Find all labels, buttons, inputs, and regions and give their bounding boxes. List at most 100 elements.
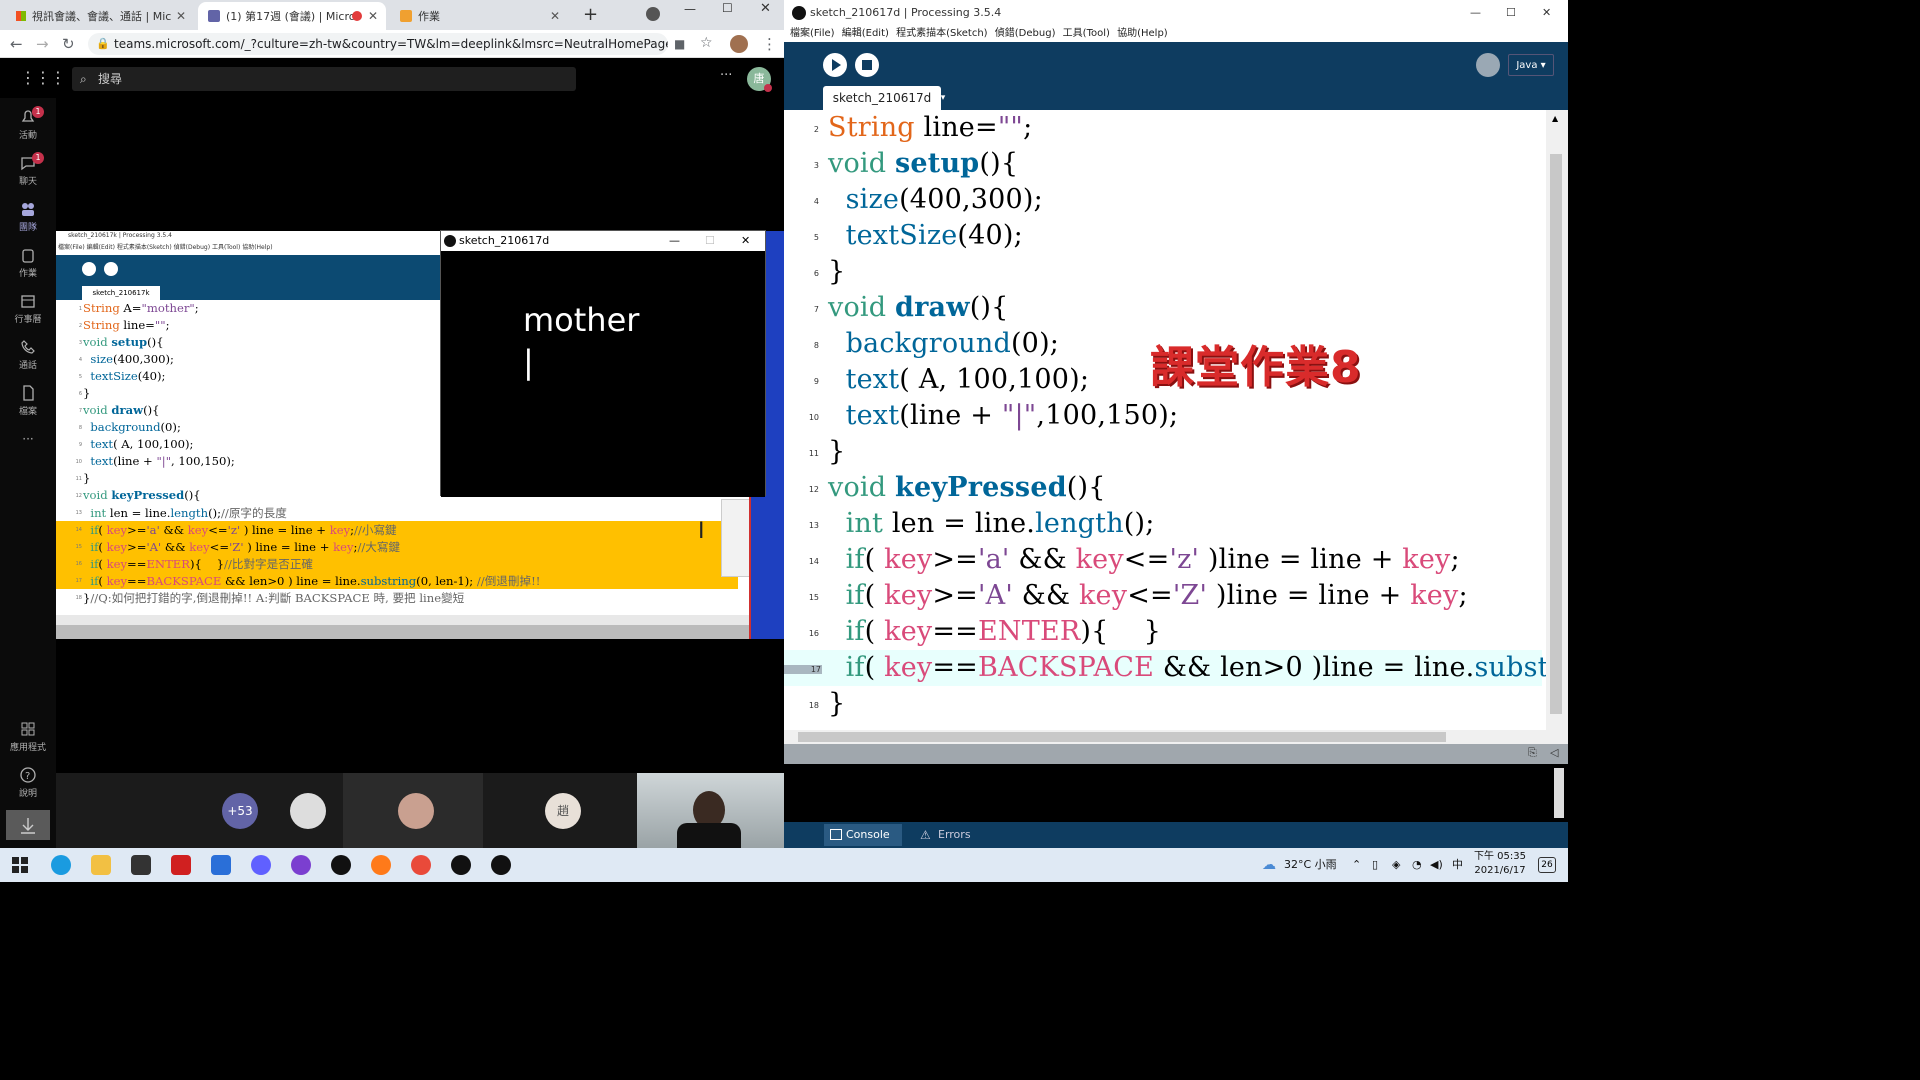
mode-selector[interactable]: Java ▾ — [1508, 54, 1554, 76]
ide-close-icon[interactable]: ✕ — [1542, 0, 1551, 26]
rail-item-calls[interactable]: 通話 — [0, 338, 56, 371]
tray-device-icon[interactable]: ▯ — [1372, 848, 1378, 882]
participant-avatar[interactable] — [398, 793, 434, 829]
hscroll-thumb[interactable] — [798, 732, 1446, 742]
sketch-close-icon[interactable]: ✕ — [741, 231, 750, 251]
menu-tool[interactable]: 工具(Tool) — [1063, 28, 1110, 39]
code-line[interactable]: 18} — [784, 686, 1542, 722]
editor-vscroll[interactable]: ▲ — [1546, 110, 1568, 730]
code-line[interactable]: 5 textSize(40); — [784, 218, 1542, 254]
code-editor[interactable]: 課堂作業8 2 String line=""; 3 void setup(){4 si… — [784, 110, 1568, 730]
tab-close-icon[interactable]: ✕ — [368, 9, 378, 23]
rail-item-assignments[interactable]: 作業 — [0, 246, 56, 279]
search-input[interactable]: ⌕ 搜尋 — [72, 67, 576, 91]
ide-minimize-icon[interactable]: — — [1470, 0, 1481, 26]
more-options-icon[interactable]: ··· — [720, 68, 732, 83]
stop-button[interactable] — [855, 53, 879, 77]
download-button[interactable] — [6, 810, 50, 840]
shared-stop-icon[interactable] — [104, 262, 118, 276]
code-line[interactable]: 2 String line=""; — [784, 110, 1542, 146]
bookmark-star-icon[interactable]: ☆ — [700, 35, 713, 51]
menu-help[interactable]: 協助(Help) — [1117, 28, 1168, 39]
run-button[interactable] — [823, 53, 847, 77]
rail-item-apps[interactable]: 應用程式 — [0, 720, 56, 753]
editor-hscroll[interactable] — [784, 730, 1568, 744]
weather-text[interactable]: 32°C 小雨 — [1284, 848, 1337, 882]
clock[interactable]: 下午 05:35 2021/6/17 — [1470, 850, 1530, 880]
tab-close-icon[interactable]: ✕ — [550, 9, 560, 23]
sketch-taskbar-icon[interactable] — [451, 855, 471, 875]
rail-item-activity[interactable]: 活動 1 — [0, 106, 56, 141]
processing-taskbar-icon[interactable] — [331, 855, 351, 875]
mail-icon[interactable] — [211, 855, 231, 875]
tab-close-icon[interactable]: ✕ — [176, 9, 186, 23]
tab-menu-arrow-icon[interactable]: ▾ — [936, 88, 950, 108]
media-app-icon[interactable] — [171, 855, 191, 875]
code-line[interactable]: 3 void setup(){ — [784, 146, 1542, 182]
participant-overflow-badge[interactable]: +53 — [222, 793, 258, 829]
volume-icon[interactable]: ◀) — [1430, 848, 1443, 882]
sketch-maximize-icon[interactable]: ☐ — [705, 231, 715, 251]
messenger-icon[interactable] — [291, 855, 311, 875]
tab-teams-meeting[interactable]: 視訊會議、會議、通話 | Microsoft ✕ — [6, 2, 194, 30]
chrome-taskbar-icon[interactable] — [411, 855, 431, 875]
tab-assignments[interactable]: 作業 ✕ — [390, 2, 568, 30]
app-launcher-icon[interactable]: ⋮⋮⋮ — [20, 68, 66, 87]
profile-avatar[interactable] — [730, 35, 748, 53]
code-line[interactable]: 11} — [784, 434, 1542, 470]
sketch-taskbar-icon-2[interactable] — [491, 855, 511, 875]
ime-indicator[interactable]: 中 — [1452, 848, 1463, 882]
code-line[interactable]: 13 int len = line.length(); — [784, 506, 1542, 542]
code-line[interactable]: 8 background(0); — [784, 326, 1542, 362]
tab-week17-meeting[interactable]: (1) 第17週 (會議) | Microsoft ✕ — [198, 2, 386, 30]
ide-maximize-icon[interactable]: ☐ — [1506, 0, 1516, 26]
code-line[interactable]: 7 void draw(){ — [784, 290, 1542, 326]
menu-file[interactable]: 檔案(File) — [790, 28, 835, 39]
shared-run-icon[interactable] — [82, 262, 96, 276]
console-tab[interactable]: Console — [824, 824, 902, 846]
code-line[interactable]: 10 text(line + "|",100,150); — [784, 398, 1542, 434]
rail-item-chat[interactable]: 聊天 1 — [0, 152, 56, 187]
errors-tab[interactable]: ⚠ Errors — [916, 824, 984, 846]
scroll-up-icon[interactable]: ▲ — [1552, 114, 1558, 123]
code-line[interactable]: 6} — [784, 254, 1542, 290]
maximize-icon[interactable]: ☐ — [722, 1, 733, 15]
rail-item-files[interactable]: 檔案 — [0, 384, 56, 417]
shared-tab[interactable]: sketch_210617k — [82, 286, 160, 300]
code-line[interactable]: 12 void keyPressed(){ — [784, 470, 1542, 506]
participant-avatar[interactable] — [290, 793, 326, 829]
vscroll-thumb[interactable] — [1550, 154, 1562, 714]
shared-hscroll[interactable] — [56, 615, 784, 625]
file-explorer-icon[interactable] — [91, 855, 111, 875]
console-scrollbar[interactable] — [1554, 768, 1564, 818]
code-line[interactable]: 14 if( key>='a' && key<='z' )line = line… — [784, 542, 1542, 578]
copy-icon[interactable]: ⎘ — [1528, 746, 1537, 760]
collapse-icon[interactable]: ◁ — [1550, 746, 1558, 759]
firefox-icon[interactable] — [371, 855, 391, 875]
tab-search-icon[interactable] — [646, 7, 660, 21]
wifi-icon[interactable]: ◔ — [1412, 848, 1422, 882]
camera-icon[interactable]: ■ — [674, 37, 685, 51]
rail-more-button[interactable]: ··· — [0, 432, 56, 446]
windows-start-icon[interactable] — [12, 857, 28, 873]
code-line[interactable]: 17 if( key==BACKSPACE && len>0 )line = l… — [784, 650, 1562, 686]
code-line[interactable]: 9 text( A, 100,100); — [784, 362, 1542, 398]
notification-badge[interactable]: 26 — [1538, 857, 1556, 873]
sketch-minimize-icon[interactable]: — — [669, 231, 680, 251]
store-icon[interactable] — [131, 855, 151, 875]
participant-avatar-initial[interactable]: 趙 — [545, 793, 581, 829]
back-icon[interactable]: ← — [10, 35, 23, 53]
minimize-icon[interactable]: — — [684, 2, 696, 16]
url-input[interactable]: 🔒 teams.microsoft.com/_?culture=zh-tw&co… — [88, 33, 668, 55]
menu-edit[interactable]: 編輯(Edit) — [842, 28, 889, 39]
chrome-menu-icon[interactable]: ⋮ — [762, 35, 777, 53]
tray-chevron-icon[interactable]: ⌃ — [1352, 848, 1361, 882]
reload-icon[interactable]: ↻ — [62, 35, 75, 53]
rail-item-calendar[interactable]: 行事曆 — [0, 292, 56, 325]
tray-security-icon[interactable]: ◈ — [1392, 848, 1400, 882]
code-line[interactable]: 16 if( key==ENTER){ } — [784, 614, 1542, 650]
code-line[interactable]: 15 if( key>='A' && key<='Z' )line = line… — [784, 578, 1542, 614]
menu-debug[interactable]: 偵錯(Debug) — [995, 28, 1056, 39]
code-line[interactable]: 4 size(400,300); — [784, 182, 1542, 218]
rail-item-help[interactable]: ? 說明 — [0, 766, 56, 799]
